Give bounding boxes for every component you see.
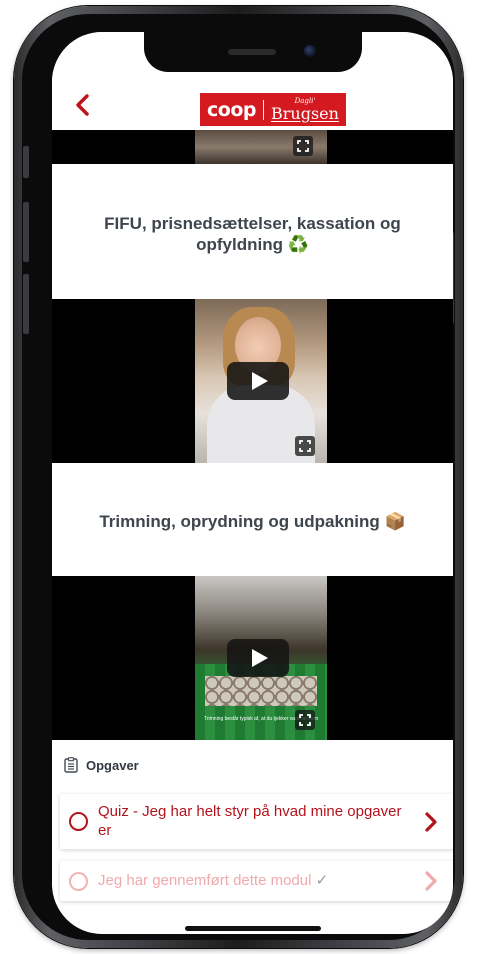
back-button[interactable] [68, 90, 98, 120]
fullscreen-icon[interactable] [295, 436, 315, 456]
chevron-left-icon [76, 94, 89, 116]
task-item-quiz[interactable]: Quiz - Jeg har helt styr på hvad mine op… [60, 794, 453, 849]
task-status-circle[interactable] [69, 872, 88, 891]
app-screen: coop Dagli' Brugsen FIFU, prisnedsættels… [52, 32, 453, 934]
coop-brugsen-logo: coop Dagli' Brugsen [200, 93, 346, 126]
check-icon: ✓ [315, 872, 329, 889]
volume-down-button [23, 274, 29, 334]
task-item-module-complete[interactable]: Jeg har gennemført dette modul ✓ [60, 861, 453, 901]
play-icon [252, 372, 268, 390]
tasks-label: Opgaver [86, 757, 139, 773]
play-icon [252, 649, 268, 667]
play-button[interactable] [227, 362, 289, 400]
logo-brand: Dagli' Brugsen [271, 97, 339, 123]
video-player[interactable]: Trimning består typisk af, at du tjekker… [52, 576, 453, 740]
logo-brugsen-text: Brugsen [271, 103, 339, 123]
section-title: FIFU, prisnedsættelser, kassation og opf… [104, 214, 401, 254]
fullscreen-icon[interactable] [295, 710, 315, 730]
logo-coop-text: coop [207, 98, 257, 121]
volume-up-button [23, 202, 29, 262]
section-title: Trimning, oprydning og udpakning 📦 [99, 512, 406, 531]
task-label: Quiz - Jeg har helt styr på hvad mine op… [98, 803, 402, 839]
task-label-text: Jeg har gennemført dette modul [98, 872, 312, 889]
task-status-circle[interactable] [69, 812, 88, 831]
chevron-right-icon [425, 812, 437, 832]
play-button[interactable] [227, 639, 289, 677]
front-camera [304, 45, 316, 57]
fullscreen-icon[interactable] [293, 136, 313, 156]
task-label: Jeg har gennemført dette modul ✓ [98, 871, 418, 890]
video-player[interactable] [52, 299, 453, 463]
thumbnail-products [205, 676, 317, 706]
notch [144, 32, 362, 72]
tasks-header: Opgaver [64, 754, 139, 776]
speaker-grille [228, 49, 276, 55]
silent-switch [23, 146, 29, 178]
video-player-top[interactable] [52, 130, 453, 164]
home-indicator [185, 926, 321, 931]
phone-frame: coop Dagli' Brugsen FIFU, prisnedsættels… [14, 6, 463, 948]
logo-separator [263, 99, 265, 120]
clipboard-list-icon [64, 757, 78, 773]
chevron-right-icon [425, 871, 437, 891]
